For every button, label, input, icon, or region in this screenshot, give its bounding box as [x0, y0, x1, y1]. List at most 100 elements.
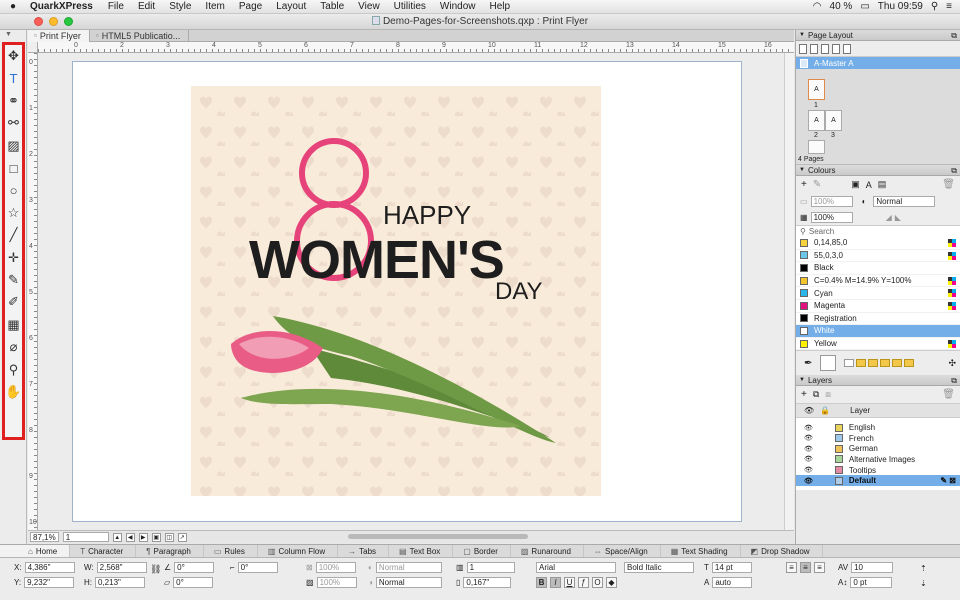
master-page-row[interactable]: A-Master A — [796, 57, 960, 69]
blend-select-2[interactable]: Normal — [375, 576, 442, 588]
page[interactable]: HAPPY WOMEN'S DAY — [72, 61, 742, 522]
orthogonal-line-tool-icon[interactable]: ✛ — [5, 247, 22, 269]
page-thumb-3[interactable]: A — [825, 110, 842, 131]
table-tool-icon[interactable]: ▦ — [5, 314, 22, 336]
export-icon[interactable]: ↗ — [177, 532, 187, 542]
horizontal-scroll-thumb[interactable] — [348, 534, 528, 539]
layer-item[interactable]: 👁 German — [796, 443, 960, 455]
app-menu[interactable]: QuarkXPress — [26, 1, 101, 12]
freehand-tool-icon[interactable]: ✐ — [5, 291, 22, 313]
colour-item[interactable]: Cyan — [796, 287, 960, 300]
measurements-tab-character[interactable]: T Character — [70, 545, 137, 557]
measurements-tab-text-shading[interactable]: ▦ Text Shading — [661, 545, 741, 557]
gutter-field[interactable]: 0,167" — [463, 576, 512, 588]
align-left-button[interactable]: ≡ — [786, 561, 797, 573]
menu-table[interactable]: Table — [313, 1, 351, 12]
measurements-tab-drop-shadow[interactable]: ◩ Drop Shadow — [741, 545, 823, 557]
subscript-icon[interactable]: ⇣ — [920, 579, 927, 588]
collapse-icon[interactable]: ▼ — [799, 167, 805, 173]
x-field[interactable]: 4,386" — [24, 561, 75, 573]
pan-tool-icon[interactable]: ✋ — [5, 381, 22, 403]
collapse-icon[interactable]: ▼ — [799, 32, 805, 38]
frame-colour-icon[interactable]: ▣ — [851, 179, 860, 190]
angle-field[interactable]: 0° — [174, 561, 215, 573]
baseline-field[interactable]: 0 pt — [850, 576, 893, 588]
recent-swatch[interactable] — [880, 359, 891, 368]
line-tool-icon[interactable]: ╱ — [5, 224, 22, 246]
layers-header[interactable]: ▼ Layers ⧉ — [796, 375, 960, 387]
palette-options-icon[interactable]: ⧉ — [951, 31, 957, 41]
measurements-tab-column-flow[interactable]: ▥ Column Flow — [258, 545, 339, 557]
measurements-tab-home[interactable]: ⌂ Home — [0, 545, 71, 557]
delete-page-icon[interactable] — [843, 43, 851, 54]
ruler-origin[interactable] — [28, 42, 38, 53]
close-tab-icon[interactable]: ▫ — [34, 30, 37, 42]
menu-file[interactable]: File — [101, 1, 131, 12]
recent-swatch[interactable] — [904, 359, 915, 368]
page-thumb-2[interactable]: A — [808, 110, 825, 131]
delete-colour-icon[interactable]: 🗑 — [942, 179, 955, 190]
skew-field[interactable]: 0° — [173, 576, 214, 588]
colour-search[interactable]: ⚲ Search — [796, 225, 960, 237]
collapse-icon[interactable]: ▼ — [799, 377, 805, 383]
shadow-button[interactable]: ◆ — [606, 576, 617, 588]
colour-item[interactable]: 0,14,85,0 — [796, 237, 960, 250]
colour-item[interactable]: White — [796, 325, 960, 338]
opacity-field-2[interactable]: 100% — [316, 576, 357, 588]
vertical-scrollbar[interactable] — [784, 53, 794, 530]
duplicate-master-icon[interactable] — [832, 43, 840, 54]
recent-swatch[interactable] — [868, 359, 879, 368]
clock[interactable]: Thu 09:59 — [878, 1, 923, 12]
font-style-select[interactable]: Bold Italic — [624, 561, 694, 573]
notification-center-icon[interactable]: ≡ — [946, 1, 952, 12]
text-unlinking-tool-icon[interactable]: ⚯ — [5, 112, 22, 134]
new-layer-icon[interactable]: + — [801, 389, 807, 400]
split-view-icon[interactable]: ◫ — [164, 532, 174, 542]
colour-search-input[interactable]: Search — [809, 227, 834, 236]
layer-edit-icon[interactable]: ✎ ⊠ — [940, 476, 956, 485]
measurements-tab-border[interactable]: ▢ Border — [453, 545, 511, 557]
recent-swatch[interactable] — [856, 359, 867, 368]
bezier-pen-tool-icon[interactable]: ✎ — [5, 269, 22, 291]
align-right-button[interactable]: ≡ — [814, 561, 825, 573]
menu-view[interactable]: View — [351, 1, 387, 12]
height-field[interactable]: 0,213" — [95, 576, 145, 588]
leading-field[interactable]: auto — [712, 576, 753, 588]
blend-select-1[interactable]: Normal — [375, 561, 442, 573]
circle-button[interactable]: O — [592, 576, 603, 588]
merge-layers-icon[interactable]: ⧈ — [825, 389, 831, 400]
apple-icon[interactable]: ● — [0, 1, 26, 12]
superscript-icon[interactable]: ⇡ — [920, 564, 927, 573]
blank-facing-page-icon[interactable] — [810, 43, 818, 54]
colour-item[interactable]: Yellow — [796, 338, 960, 351]
duplicate-layer-icon[interactable]: ⧉ — [813, 389, 819, 400]
flyer-artwork[interactable]: HAPPY WOMEN'S DAY — [191, 86, 601, 496]
page-thumb-1[interactable]: A — [808, 79, 825, 100]
gradient-swap-icon[interactable]: ◣ — [895, 213, 901, 222]
add-colour-icon[interactable]: + — [801, 179, 807, 190]
tools-collapse-icon[interactable]: ▼ — [5, 31, 12, 38]
prev-page-icon[interactable]: ◀ — [125, 532, 135, 542]
colour-item[interactable]: C=0.4% M=14.9% Y=100% — [796, 275, 960, 288]
tint-field[interactable]: 100% — [810, 195, 853, 207]
eyedropper-tool-icon[interactable]: ⌀ — [5, 336, 22, 358]
page-thumb-4[interactable] — [808, 140, 825, 154]
visibility-icon[interactable]: 👁 — [804, 477, 813, 485]
starburst-tool-icon[interactable]: ☆ — [5, 202, 22, 224]
visibility-icon[interactable]: 👁 — [804, 434, 813, 442]
recent-swatch[interactable] — [844, 359, 855, 368]
menu-edit[interactable]: Edit — [131, 1, 162, 12]
text-content-tool-icon[interactable]: T — [5, 67, 22, 89]
measurements-tab-rules[interactable]: ▭ Rules — [204, 545, 258, 557]
columns-field[interactable]: 1 — [466, 561, 515, 573]
measurements-tab-runaround[interactable]: ▨ Runaround — [511, 545, 585, 557]
view-mode-icon[interactable]: ▣ — [151, 532, 161, 542]
lock-proportions-icon[interactable]: ⛓ — [150, 564, 161, 575]
underline-button[interactable]: U — [564, 576, 575, 588]
menu-page[interactable]: Page — [232, 1, 269, 12]
layer-item[interactable]: 👁 French — [796, 432, 960, 444]
menu-help[interactable]: Help — [482, 1, 517, 12]
visibility-icon[interactable]: 👁 — [804, 466, 813, 474]
item-tool-icon[interactable]: ✥ — [5, 45, 22, 67]
tracking-field[interactable]: 10 — [851, 561, 894, 573]
